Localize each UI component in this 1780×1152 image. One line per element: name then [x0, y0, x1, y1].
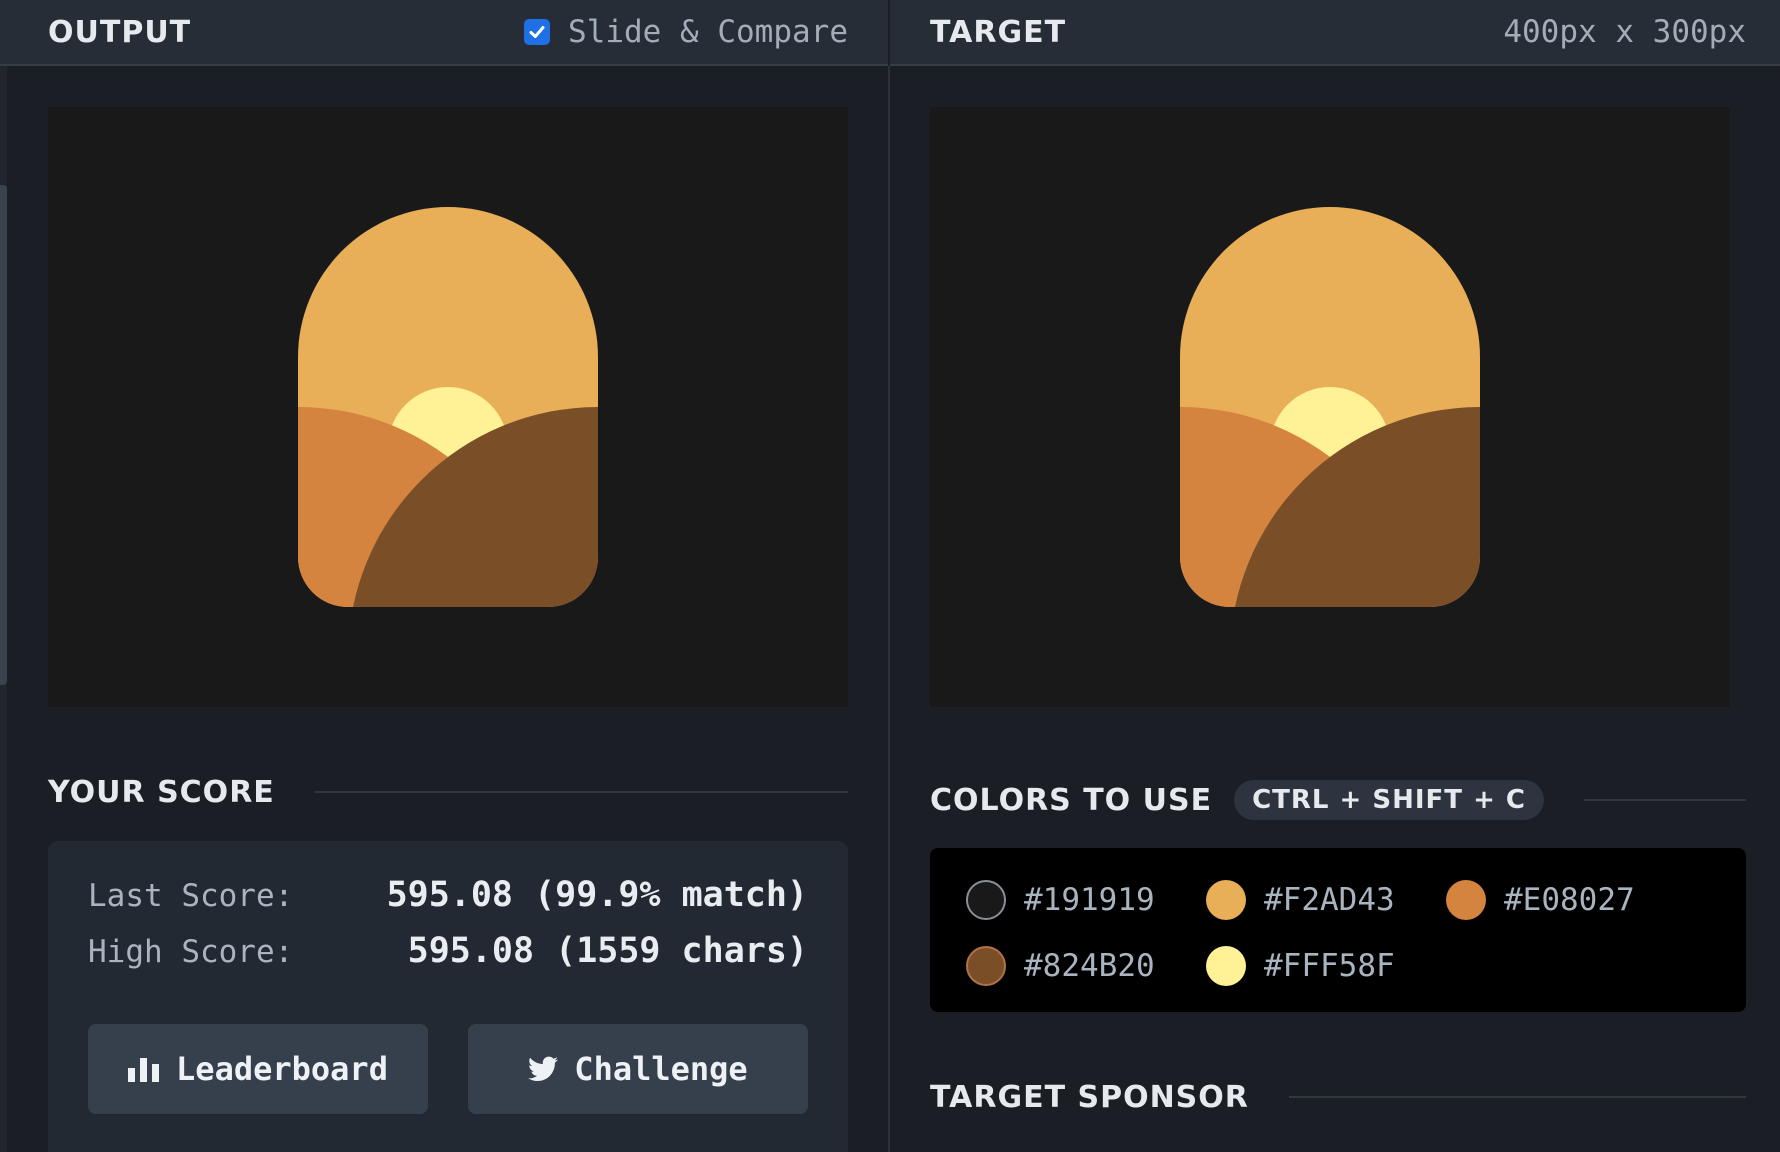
- high-score-value: 595.08 (1559 chars): [407, 931, 808, 971]
- slide-compare-toggle[interactable]: Slide & Compare: [524, 14, 848, 50]
- color-swatch[interactable]: [1446, 880, 1486, 920]
- color-swatch[interactable]: [1206, 880, 1246, 920]
- target-header: TARGET 400px x 300px: [890, 0, 1780, 66]
- last-score-value: 595.08 (99.9% match): [386, 875, 808, 915]
- color-hex[interactable]: #824B20: [1024, 948, 1155, 984]
- slide-compare-checkbox[interactable]: [524, 19, 551, 45]
- your-score-title: YOUR SCORE: [48, 774, 275, 810]
- color-shortcut-badge: CTRL + SHIFT + C: [1234, 780, 1545, 820]
- target-sponsor-heading: TARGET SPONSOR: [930, 1075, 1746, 1119]
- color-item[interactable]: #FFF58F: [1206, 946, 1395, 986]
- your-score-heading: YOUR SCORE: [48, 770, 848, 814]
- high-score-label: High Score:: [88, 934, 294, 970]
- checkmark-icon: [529, 26, 545, 38]
- color-hex[interactable]: #F2AD43: [1264, 882, 1395, 918]
- section-rule: [1584, 799, 1746, 801]
- output-title: OUTPUT: [48, 14, 192, 50]
- color-item[interactable]: #824B20: [966, 946, 1155, 986]
- target-title: TARGET: [930, 14, 1067, 50]
- challenge-label: Challenge: [574, 1050, 748, 1088]
- target-dimensions: 400px x 300px: [1503, 14, 1746, 50]
- output-artwork: [298, 207, 598, 607]
- twitter-bird-icon: [528, 1056, 559, 1081]
- leaderboard-button[interactable]: Leaderboard: [88, 1024, 428, 1114]
- colors-panel: #191919 #F2AD43 #E08027 #824B20 #FFF58F: [930, 848, 1746, 1012]
- color-item[interactable]: #E08027: [1446, 880, 1635, 920]
- left-scroll-thumb[interactable]: [0, 185, 7, 685]
- challenge-button[interactable]: Challenge: [468, 1024, 808, 1114]
- score-panel: Last Score: 595.08 (99.9% match) High Sc…: [48, 841, 848, 1152]
- section-rule: [1288, 1096, 1746, 1098]
- leaderboard-label: Leaderboard: [176, 1050, 388, 1088]
- colors-title: COLORS TO USE: [930, 782, 1213, 818]
- target-artwork: [1180, 207, 1480, 607]
- last-score-row: Last Score: 595.08 (99.9% match): [88, 875, 808, 915]
- slide-compare-label[interactable]: Slide & Compare: [568, 14, 848, 50]
- target-canvas[interactable]: [930, 107, 1730, 707]
- high-score-row: High Score: 595.08 (1559 chars): [88, 931, 808, 971]
- color-swatch[interactable]: [966, 880, 1006, 920]
- color-item[interactable]: #191919: [966, 880, 1155, 920]
- output-canvas[interactable]: [48, 107, 848, 707]
- panel-divider[interactable]: [888, 66, 890, 1152]
- color-item[interactable]: #F2AD43: [1206, 880, 1395, 920]
- bar-chart-icon: [128, 1058, 160, 1082]
- color-swatch[interactable]: [1206, 946, 1246, 986]
- output-header: OUTPUT Slide & Compare: [0, 0, 888, 66]
- app-root: OUTPUT Slide & Compare TARGET 400px x 30…: [0, 0, 1780, 1152]
- last-score-label: Last Score:: [88, 878, 294, 914]
- colors-heading: COLORS TO USE CTRL + SHIFT + C: [930, 778, 1746, 822]
- color-hex[interactable]: #FFF58F: [1264, 948, 1395, 984]
- color-hex[interactable]: #191919: [1024, 882, 1155, 918]
- color-swatch[interactable]: [966, 946, 1006, 986]
- target-sponsor-title: TARGET SPONSOR: [930, 1079, 1249, 1115]
- section-rule: [314, 791, 848, 793]
- color-hex[interactable]: #E08027: [1504, 882, 1635, 918]
